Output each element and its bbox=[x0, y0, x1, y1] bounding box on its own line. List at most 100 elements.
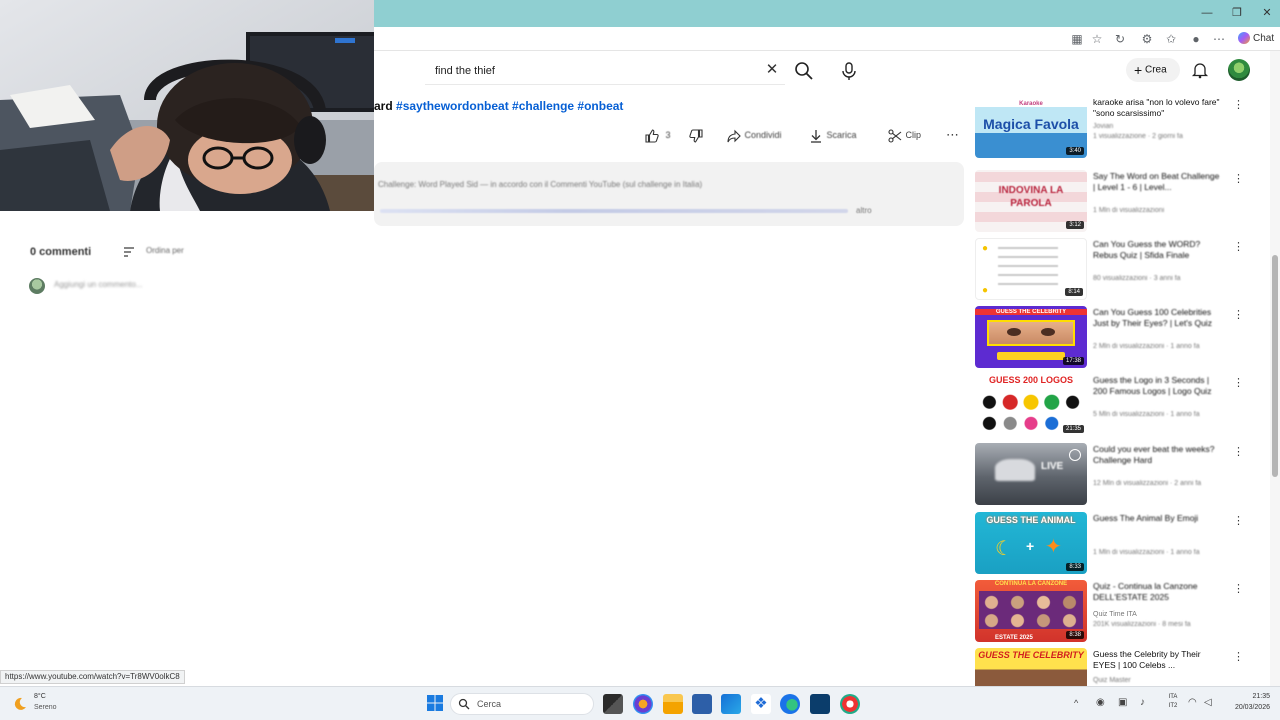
dropbox-icon[interactable]: ❖ bbox=[751, 694, 771, 714]
more-options-icon[interactable]: ⋮ bbox=[1233, 172, 1244, 186]
account-avatar[interactable] bbox=[1228, 59, 1250, 81]
file-explorer-icon[interactable] bbox=[663, 694, 683, 714]
description-box[interactable] bbox=[374, 162, 964, 226]
recommendation-title[interactable]: Quiz - Continua la Canzone DELL'ESTATE 2… bbox=[1093, 581, 1223, 603]
description-more-link[interactable]: altro bbox=[856, 206, 872, 215]
wifi-icon[interactable]: ◠ bbox=[1188, 697, 1197, 708]
video-duration: 3:12 bbox=[1066, 221, 1084, 229]
sort-label[interactable]: Ordina per bbox=[146, 246, 184, 255]
sort-icon[interactable] bbox=[122, 245, 136, 259]
recommendation-item[interactable]: GUESS THE ANIMAL ☾ + ✦ 8:33 Guess The An… bbox=[975, 512, 1260, 574]
thumb-banana-emoji: ☾ bbox=[995, 538, 1013, 560]
recommendation-item[interactable]: INDOVINA LA PAROLA 3:12 Say The Word on … bbox=[975, 170, 1260, 232]
more-options-icon[interactable]: ⋮ bbox=[1233, 650, 1244, 664]
video-thumbnail[interactable]: GUESS 200 LOGOS 21:35 bbox=[975, 374, 1087, 436]
title-hashtags[interactable]: #saythewordonbeat #challenge #onbeat bbox=[396, 99, 623, 113]
search-icon[interactable] bbox=[794, 61, 814, 81]
recommendation-title[interactable]: Guess the Celebrity by Their EYES | 100 … bbox=[1093, 649, 1223, 671]
thumb-car-shape bbox=[995, 459, 1035, 481]
volume-icon[interactable]: ◁ bbox=[1204, 697, 1212, 708]
video-thumbnail[interactable]: INDOVINA LA PAROLA 3:12 bbox=[975, 170, 1087, 232]
video-thumbnail[interactable]: Karaoke Magica Favola 3:40 bbox=[975, 96, 1087, 158]
recommendation-title[interactable]: Can You Guess the WORD? Rebus Quiz | Sfi… bbox=[1093, 239, 1223, 261]
clock-date[interactable]: 20/03/2026 bbox=[1222, 704, 1270, 711]
recommendation-channel: Quiz Master bbox=[1093, 677, 1131, 684]
like-button[interactable]: 3 bbox=[644, 126, 671, 144]
thumb-eye-left bbox=[1007, 328, 1021, 336]
clip-button[interactable]: Clip bbox=[887, 126, 921, 144]
video-thumbnail[interactable]: CONTINUA LA CANZONE ESTATE 2025 8:38 bbox=[975, 580, 1087, 642]
search-input[interactable] bbox=[435, 62, 735, 80]
terminal-app-icon[interactable] bbox=[810, 694, 830, 714]
weather-temperature[interactable]: 8°C bbox=[34, 693, 46, 700]
extensions-icon[interactable]: ⚙ bbox=[1138, 30, 1156, 48]
recommendation-title[interactable]: Guess the Logo in 3 Seconds | 200 Famous… bbox=[1093, 375, 1223, 397]
thumb-star: ● bbox=[982, 285, 989, 296]
obs-app-icon[interactable] bbox=[840, 694, 860, 714]
recommendation-item[interactable]: CONTINUA LA CANZONE ESTATE 2025 8:38 Qui… bbox=[975, 580, 1260, 642]
clear-search-icon[interactable]: ✕ bbox=[763, 61, 781, 79]
recommendation-title[interactable]: Say The Word on Beat Challenge | Level 1… bbox=[1093, 171, 1223, 193]
recommendation-title[interactable]: Can You Guess 100 Celebrities Just by Th… bbox=[1093, 307, 1223, 329]
recommendation-item[interactable]: GUESS 200 LOGOS 21:35 Guess the Logo in … bbox=[975, 374, 1260, 436]
input-language[interactable]: ITA IT2 bbox=[1165, 693, 1181, 711]
recommendation-item[interactable]: LIVE Could you ever beat the weeks? Chal… bbox=[975, 443, 1260, 505]
recommendation-title[interactable]: karaoke arisa "non lo volevo fare" "sono… bbox=[1093, 97, 1223, 119]
recommendation-item[interactable]: GUESS THE CELEBRITY Guess the Celebrity … bbox=[975, 648, 1260, 686]
store-app-icon[interactable] bbox=[692, 694, 712, 714]
video-thumbnail[interactable]: GUESS THE ANIMAL ☾ + ✦ 8:33 bbox=[975, 512, 1087, 574]
webcam-overlay bbox=[0, 0, 374, 211]
video-thumbnail[interactable]: GUESS THE CELEBRITY bbox=[975, 648, 1087, 686]
tray-chevron-icon[interactable]: ^ bbox=[1074, 698, 1078, 708]
copilot-chat-button[interactable]: Chat bbox=[1238, 30, 1274, 48]
recommendation-item[interactable]: GUESS THE CELEBRITY 17:38 Can You Guess … bbox=[975, 306, 1260, 368]
share-button[interactable]: Condividi bbox=[726, 126, 782, 144]
recommendation-title[interactable]: Guess The Animal By Emoji bbox=[1093, 513, 1223, 524]
more-menu-icon[interactable]: ⋯ bbox=[1210, 30, 1228, 48]
more-options-icon[interactable]: ⋮ bbox=[1233, 308, 1244, 322]
dislike-button[interactable] bbox=[688, 126, 704, 144]
microphone-icon[interactable] bbox=[840, 61, 858, 81]
weather-description[interactable]: Sereno bbox=[34, 704, 57, 711]
video-thumbnail[interactable]: ● ● 8:14 bbox=[975, 238, 1087, 300]
more-options-icon[interactable]: ⋮ bbox=[1233, 376, 1244, 390]
more-options-icon[interactable]: ⋮ bbox=[1233, 514, 1244, 528]
outlook-app-icon[interactable] bbox=[721, 694, 741, 714]
profile-icon[interactable]: ● bbox=[1187, 30, 1205, 48]
more-options-icon[interactable]: ⋮ bbox=[1233, 445, 1244, 459]
notifications-bell-icon[interactable] bbox=[1191, 61, 1209, 79]
more-options-icon[interactable]: ⋮ bbox=[1233, 240, 1244, 254]
more-actions-icon[interactable]: ⋯ bbox=[946, 126, 959, 144]
scrollbar-thumb[interactable] bbox=[1272, 255, 1278, 477]
windows-start-icon[interactable] bbox=[426, 694, 444, 712]
more-options-icon[interactable]: ⋮ bbox=[1233, 582, 1244, 596]
minimize-button[interactable]: — bbox=[1192, 4, 1222, 22]
comment-input[interactable]: Aggiungi un commento... bbox=[54, 280, 143, 289]
edge-browser-icon[interactable] bbox=[780, 694, 800, 714]
recommendation-item[interactable]: ● ● 8:14 Can You Guess the WORD? Rebus Q… bbox=[975, 238, 1260, 300]
thumb-title-text: Magica Favola bbox=[983, 116, 1079, 132]
download-button[interactable]: Scarica bbox=[808, 126, 857, 144]
tray-mic-icon[interactable]: ♪ bbox=[1140, 697, 1145, 708]
close-window-button[interactable]: ✕ bbox=[1252, 4, 1280, 22]
recommendation-item[interactable]: Karaoke Magica Favola 3:40 karaoke arisa… bbox=[975, 96, 1260, 158]
refresh-icon[interactable]: ↻ bbox=[1111, 30, 1129, 48]
tray-app-icon[interactable]: ◉ bbox=[1096, 697, 1105, 708]
favorites-icon[interactable]: ✩ bbox=[1162, 30, 1180, 48]
weather-moon-icon[interactable] bbox=[12, 696, 28, 712]
clock-time[interactable]: 21:35 bbox=[1222, 693, 1270, 700]
copilot-app-icon[interactable] bbox=[633, 694, 653, 714]
create-button[interactable]: + Crea bbox=[1126, 58, 1180, 82]
video-thumbnail[interactable]: GUESS THE CELEBRITY 17:38 bbox=[975, 306, 1087, 368]
tray-device-icon[interactable]: ▣ bbox=[1118, 697, 1127, 708]
favorite-star-icon[interactable]: ☆ bbox=[1088, 30, 1106, 48]
recommendation-title[interactable]: Could you ever beat the weeks? Challenge… bbox=[1093, 444, 1223, 466]
clock-icon bbox=[1069, 449, 1081, 461]
thumb-title-text: GUESS THE CELEBRITY bbox=[975, 309, 1087, 315]
task-view-icon[interactable] bbox=[603, 694, 623, 714]
taskbar-search-box[interactable]: Cerca bbox=[450, 693, 594, 715]
reader-icon[interactable]: ▦ bbox=[1068, 30, 1086, 48]
video-thumbnail[interactable]: LIVE bbox=[975, 443, 1087, 505]
maximize-button[interactable]: ❐ bbox=[1222, 4, 1252, 22]
more-options-icon[interactable]: ⋮ bbox=[1233, 98, 1244, 112]
